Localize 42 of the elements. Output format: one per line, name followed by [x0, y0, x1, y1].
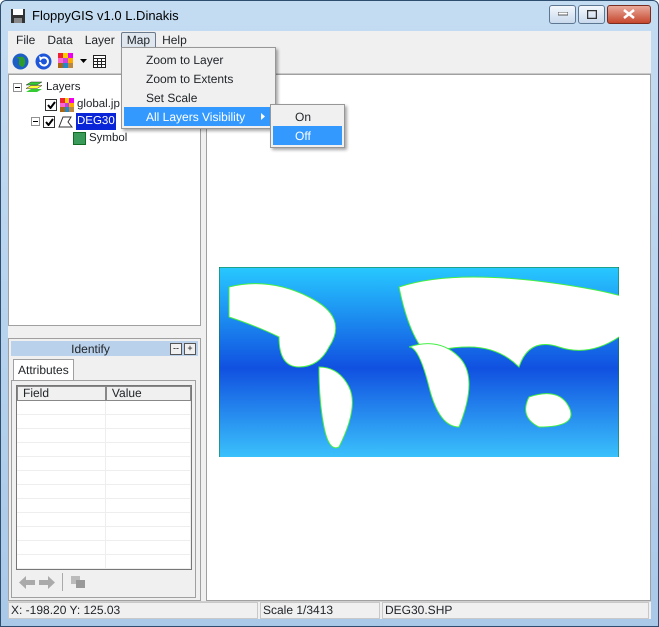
color-grid-icon[interactable] — [58, 53, 74, 69]
menu-item[interactable]: Map — [120, 32, 156, 48]
minimize-button[interactable] — [549, 4, 576, 24]
menu-item[interactable]: Zoom to Layer — [124, 50, 273, 69]
maximize-icon — [586, 10, 596, 18]
tree-item-label[interactable]: Symbol — [89, 130, 128, 148]
column-header[interactable]: Field — [17, 386, 106, 401]
column-header[interactable]: Value — [106, 386, 191, 401]
refresh-icon[interactable] — [35, 52, 52, 70]
menu-item[interactable]: File — [10, 32, 42, 48]
panel-title: Identify — [70, 340, 111, 358]
expander-toggle[interactable] — [13, 83, 22, 92]
panel-button[interactable]: + — [184, 342, 196, 354]
layers-stack-icon — [25, 80, 43, 94]
status-text: DEG30.SHP — [382, 602, 649, 619]
tab[interactable]: Attributes — [13, 359, 74, 380]
color-grid-icon — [60, 98, 74, 112]
menu-item[interactable]: Zoom to Extents — [124, 69, 273, 88]
polygon-icon — [58, 116, 73, 128]
symbol-swatch-icon — [73, 132, 86, 145]
panel-button[interactable]: -- — [170, 342, 182, 354]
window-title: FloppyGIS v1.0 L.Dinakis — [32, 7, 179, 26]
globe-icon[interactable] — [12, 52, 29, 70]
tree-item-label[interactable]: global.jp — [77, 96, 120, 114]
menu-item[interactable]: Data — [41, 32, 79, 48]
checkbox[interactable] — [45, 98, 57, 110]
table-icon[interactable] — [93, 54, 106, 68]
maximize-button[interactable] — [578, 4, 605, 24]
close-icon — [623, 9, 635, 19]
tree-item-label[interactable]: DEG30 — [76, 112, 116, 130]
checkbox[interactable] — [43, 116, 55, 128]
dropdown-caret-icon[interactable] — [80, 59, 87, 63]
menu-item[interactable]: On — [273, 107, 342, 126]
tree-item-label[interactable]: Layers — [46, 78, 81, 96]
menu-item[interactable]: Set Scale — [124, 88, 273, 107]
close-button[interactable] — [607, 4, 651, 24]
menu-item[interactable]: Help — [156, 32, 193, 48]
status-text: Scale 1/3413 — [260, 602, 380, 619]
menu-item[interactable]: Layer — [78, 32, 121, 48]
expander-toggle[interactable] — [31, 117, 40, 126]
status-text: X: -198.20 Y: 125.03 — [8, 602, 258, 619]
minimize-icon — [558, 12, 568, 16]
